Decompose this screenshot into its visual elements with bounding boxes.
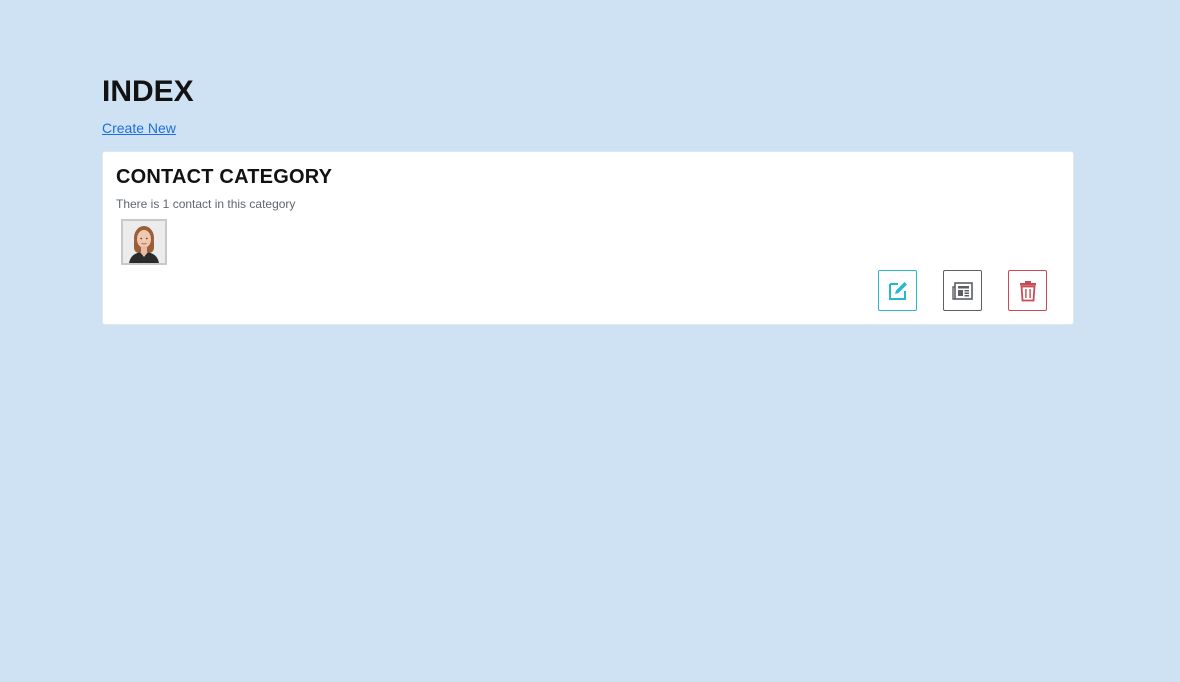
edit-icon (888, 281, 907, 300)
contact-photo (123, 221, 165, 263)
edit-button[interactable] (878, 270, 917, 311)
details-button[interactable] (943, 270, 982, 311)
trash-icon (1019, 280, 1036, 301)
page-title: INDEX (102, 75, 194, 108)
category-card: CONTACT CATEGORY There is 1 contact in t… (102, 151, 1074, 325)
contact-avatar[interactable] (121, 219, 167, 265)
newspaper-icon (951, 281, 973, 300)
category-title: CONTACT CATEGORY (116, 166, 333, 188)
delete-button[interactable] (1008, 270, 1047, 311)
contact-count-text: There is 1 contact in this category (116, 197, 296, 211)
create-new-link[interactable]: Create New (102, 120, 176, 136)
